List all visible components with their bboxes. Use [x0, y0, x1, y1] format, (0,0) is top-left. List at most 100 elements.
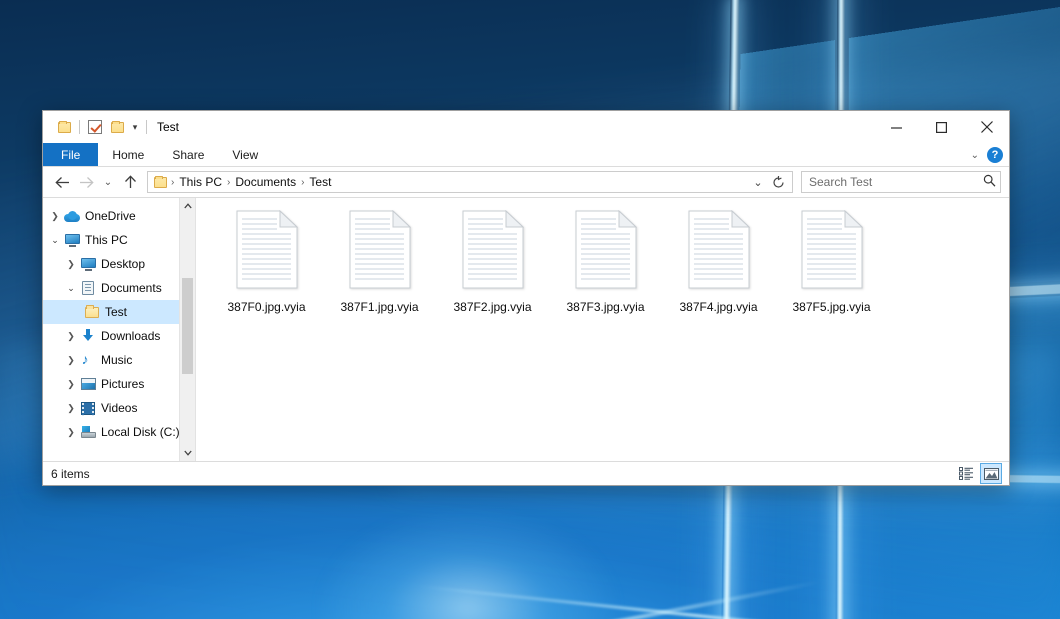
sidebar-item-label: Downloads: [101, 329, 160, 343]
quick-access-toolbar: ▾ Test: [43, 116, 179, 138]
sidebar-item-local-disk[interactable]: ❯ Local Disk (C:): [43, 420, 195, 444]
chevron-right-icon[interactable]: ❯: [63, 376, 79, 392]
chevron-right-icon[interactable]: ❯: [63, 400, 79, 416]
up-button[interactable]: [119, 171, 141, 193]
chevron-down-icon[interactable]: ⌄: [748, 172, 768, 192]
breadcrumb-bar[interactable]: › This PC › Documents › Test ⌄: [147, 171, 793, 193]
minimize-button[interactable]: [874, 111, 919, 143]
help-icon[interactable]: ?: [987, 147, 1003, 163]
customize-caret-icon[interactable]: ▾: [128, 123, 142, 132]
refresh-icon[interactable]: [768, 172, 788, 192]
toolbar-divider: [79, 120, 80, 134]
sidebar-item-onedrive[interactable]: ❯ OneDrive: [43, 204, 195, 228]
file-name: 387F2.jpg.vyia: [453, 300, 531, 314]
breadcrumb-separator[interactable]: ›: [299, 177, 306, 188]
title-bar: ▾ Test: [43, 111, 1009, 143]
sidebar-item-downloads[interactable]: ❯ Downloads: [43, 324, 195, 348]
chevron-down-icon[interactable]: ⌄: [63, 280, 79, 296]
chevron-right-icon[interactable]: ❯: [63, 352, 79, 368]
ribbon-tab-bar: File Home Share View ⌄ ?: [43, 143, 1009, 167]
file-name: 387F1.jpg.vyia: [340, 300, 418, 314]
file-item[interactable]: 387F4.jpg.vyia: [662, 206, 775, 314]
sidebar-scrollbar[interactable]: [179, 198, 195, 461]
ribbon-actions: ⌄ ?: [971, 143, 1003, 167]
sidebar-item-label: Pictures: [101, 377, 144, 391]
breadcrumb: › This PC › Documents › Test: [154, 175, 748, 189]
generic-document-icon: [575, 210, 637, 289]
sidebar-item-label: Videos: [101, 401, 137, 415]
tab-view[interactable]: View: [218, 143, 272, 166]
search-icon[interactable]: [983, 174, 996, 190]
folder-icon[interactable]: [53, 116, 75, 138]
chevron-right-icon[interactable]: ❯: [63, 328, 79, 344]
sidebar-item-this-pc[interactable]: ⌄ This PC: [43, 228, 195, 252]
chevron-down-icon[interactable]: ⌄: [971, 150, 979, 161]
file-item[interactable]: 387F0.jpg.vyia: [210, 206, 323, 314]
generic-document-icon: [236, 210, 298, 289]
close-button[interactable]: [964, 111, 1009, 143]
generic-document-icon: [688, 210, 750, 289]
file-item[interactable]: 387F5.jpg.vyia: [775, 206, 888, 314]
folder-icon: [83, 304, 101, 320]
pictures-icon: [79, 376, 97, 392]
file-item[interactable]: 387F2.jpg.vyia: [436, 206, 549, 314]
file-name: 387F4.jpg.vyia: [679, 300, 757, 314]
sidebar-item-videos[interactable]: ❯ Videos: [43, 396, 195, 420]
recent-locations-icon[interactable]: ⌄: [99, 171, 117, 193]
breadcrumb-separator[interactable]: ›: [169, 177, 176, 188]
address-bar: ⌄ › This PC › Documents › Test ⌄: [43, 167, 1009, 197]
sidebar-item-label: Documents: [101, 281, 162, 295]
music-icon: ♪: [79, 352, 97, 368]
sidebar-item-label: OneDrive: [85, 209, 136, 223]
tab-share[interactable]: Share: [158, 143, 218, 166]
sidebar-item-pictures[interactable]: ❯ Pictures: [43, 372, 195, 396]
properties-icon[interactable]: [84, 116, 106, 138]
file-name: 387F5.jpg.vyia: [792, 300, 870, 314]
monitor-icon: [63, 232, 81, 248]
chevron-right-icon[interactable]: ❯: [63, 424, 79, 440]
chevron-down-icon[interactable]: ⌄: [47, 232, 63, 248]
scroll-up-icon[interactable]: [180, 198, 195, 214]
breadcrumb-folder-icon[interactable]: [154, 176, 167, 188]
file-item[interactable]: 387F1.jpg.vyia: [323, 206, 436, 314]
scroll-down-icon[interactable]: [180, 445, 195, 461]
sidebar-item-label: Music: [101, 353, 132, 367]
file-item[interactable]: 387F3.jpg.vyia: [549, 206, 662, 314]
breadcrumb-tools: ⌄: [748, 172, 788, 192]
file-name: 387F3.jpg.vyia: [566, 300, 644, 314]
search-input[interactable]: Search Test: [809, 175, 983, 189]
generic-document-icon: [462, 210, 524, 289]
chevron-right-icon[interactable]: ❯: [47, 208, 63, 224]
download-icon: [79, 328, 97, 344]
scrollbar-thumb[interactable]: [182, 278, 193, 374]
item-count-label: 6 items: [51, 467, 90, 481]
details-view-button[interactable]: [955, 463, 977, 484]
maximize-button[interactable]: [919, 111, 964, 143]
sidebar-item-desktop[interactable]: ❯ Desktop: [43, 252, 195, 276]
sidebar-item-music[interactable]: ❯ ♪ Music: [43, 348, 195, 372]
breadcrumb-item-this-pc[interactable]: This PC: [176, 175, 225, 189]
large-icons-view-button[interactable]: [980, 463, 1002, 484]
desktop-icon: [79, 256, 97, 272]
breadcrumb-separator[interactable]: ›: [225, 177, 232, 188]
generic-document-icon: [349, 210, 411, 289]
sidebar-item-test[interactable]: Test: [43, 300, 195, 324]
chevron-right-icon[interactable]: ❯: [63, 256, 79, 272]
file-list-view[interactable]: 387F0.jpg.vyia: [196, 198, 1009, 461]
tab-file[interactable]: File: [43, 143, 98, 166]
tab-home[interactable]: Home: [98, 143, 158, 166]
breadcrumb-item-documents[interactable]: Documents: [232, 175, 299, 189]
back-button[interactable]: [51, 171, 73, 193]
generic-document-icon: [801, 210, 863, 289]
videos-icon: [79, 400, 97, 416]
toolbar-divider: [146, 120, 147, 134]
search-box[interactable]: Search Test: [801, 171, 1001, 193]
breadcrumb-item-test[interactable]: Test: [306, 175, 334, 189]
file-name: 387F0.jpg.vyia: [227, 300, 305, 314]
window-controls: [874, 111, 1009, 143]
sidebar-item-documents[interactable]: ⌄ Documents: [43, 276, 195, 300]
new-folder-icon[interactable]: [106, 116, 128, 138]
view-buttons: [955, 463, 1002, 484]
status-bar: 6 items: [43, 461, 1009, 485]
forward-button: [75, 171, 97, 193]
